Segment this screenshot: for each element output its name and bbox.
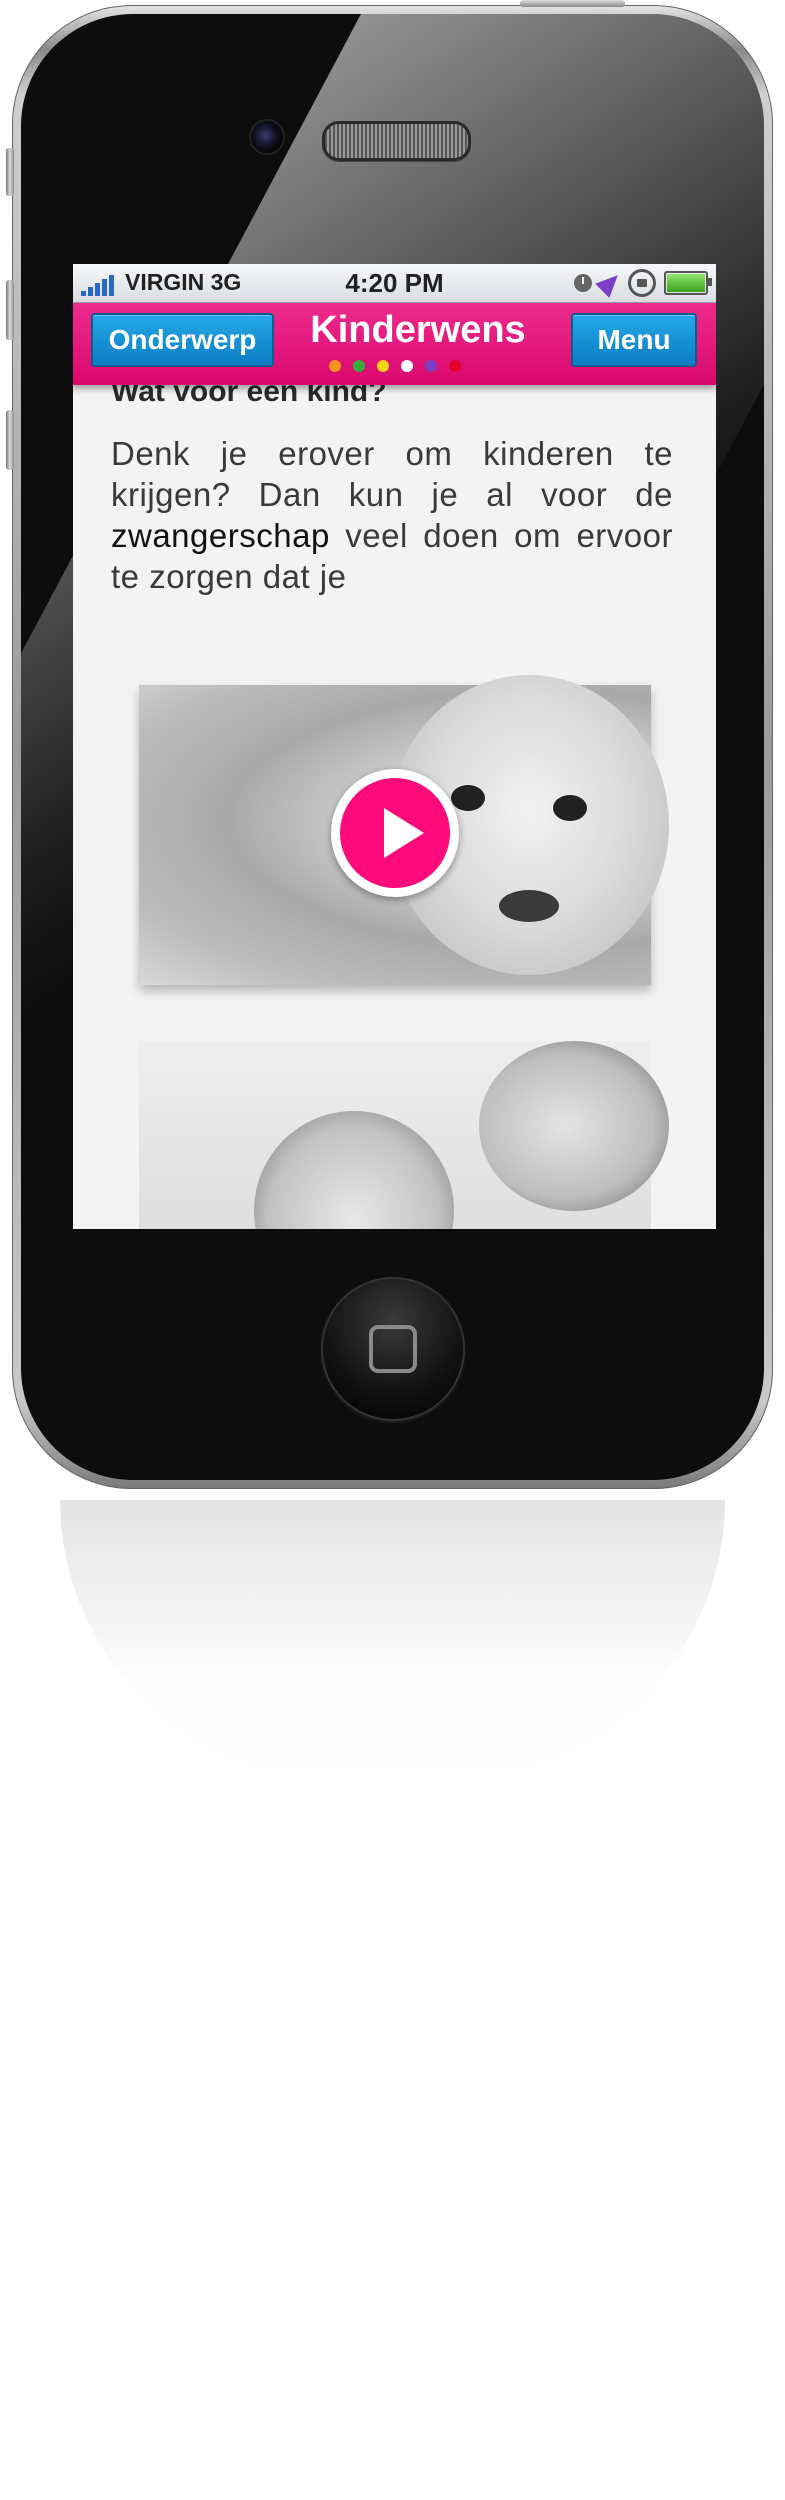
mute-switch	[6, 148, 14, 196]
onderwerp-button[interactable]: Onderwerp	[91, 313, 274, 367]
home-button[interactable]	[323, 1279, 463, 1419]
volume-up-button	[6, 280, 14, 340]
earpiece-speaker	[322, 121, 471, 161]
baby-video-thumbnail[interactable]	[139, 675, 669, 985]
nav-bar: Onderwerp Kinderwens Menu	[73, 303, 716, 385]
phone-screen: VIRGIN 3G 4:20 PM Onderwerp Kinderwens M…	[73, 264, 716, 1229]
article-content[interactable]: Wat voor een kind? Denk je erover om kin…	[73, 385, 716, 1229]
page-dot	[424, 360, 437, 372]
status-icons	[574, 268, 712, 298]
volume-down-button	[6, 410, 14, 470]
page-dot	[400, 360, 413, 372]
play-icon[interactable]	[331, 769, 459, 897]
page-dot	[448, 360, 461, 372]
page-dot	[352, 360, 365, 372]
alarm-icon	[574, 274, 592, 292]
page-dot	[376, 360, 389, 372]
home-square-icon	[369, 1325, 417, 1373]
rotation-lock-icon	[628, 269, 656, 297]
section-heading: Wat voor een kind?	[111, 385, 387, 408]
location-icon	[595, 268, 625, 298]
intro-paragraph: Denk je erover om kinderen te krijgen? D…	[111, 433, 673, 597]
menu-button[interactable]: Menu	[571, 313, 697, 367]
battery-icon	[664, 271, 712, 295]
paragraph-bold-word: zwangerschap	[111, 517, 330, 554]
paragraph-text-start: Denk je erover om kinderen te krijgen? D…	[111, 435, 673, 513]
woman-face	[479, 1041, 669, 1211]
status-bar: VIRGIN 3G 4:20 PM	[73, 264, 716, 303]
phone-reflection	[60, 1500, 725, 1780]
power-button	[520, 0, 625, 7]
page-dot	[328, 360, 341, 372]
mother-daughter-photo[interactable]	[139, 1041, 669, 1229]
page-title: Kinderwens	[310, 309, 526, 351]
front-camera	[249, 119, 285, 155]
girl-face	[254, 1111, 454, 1229]
